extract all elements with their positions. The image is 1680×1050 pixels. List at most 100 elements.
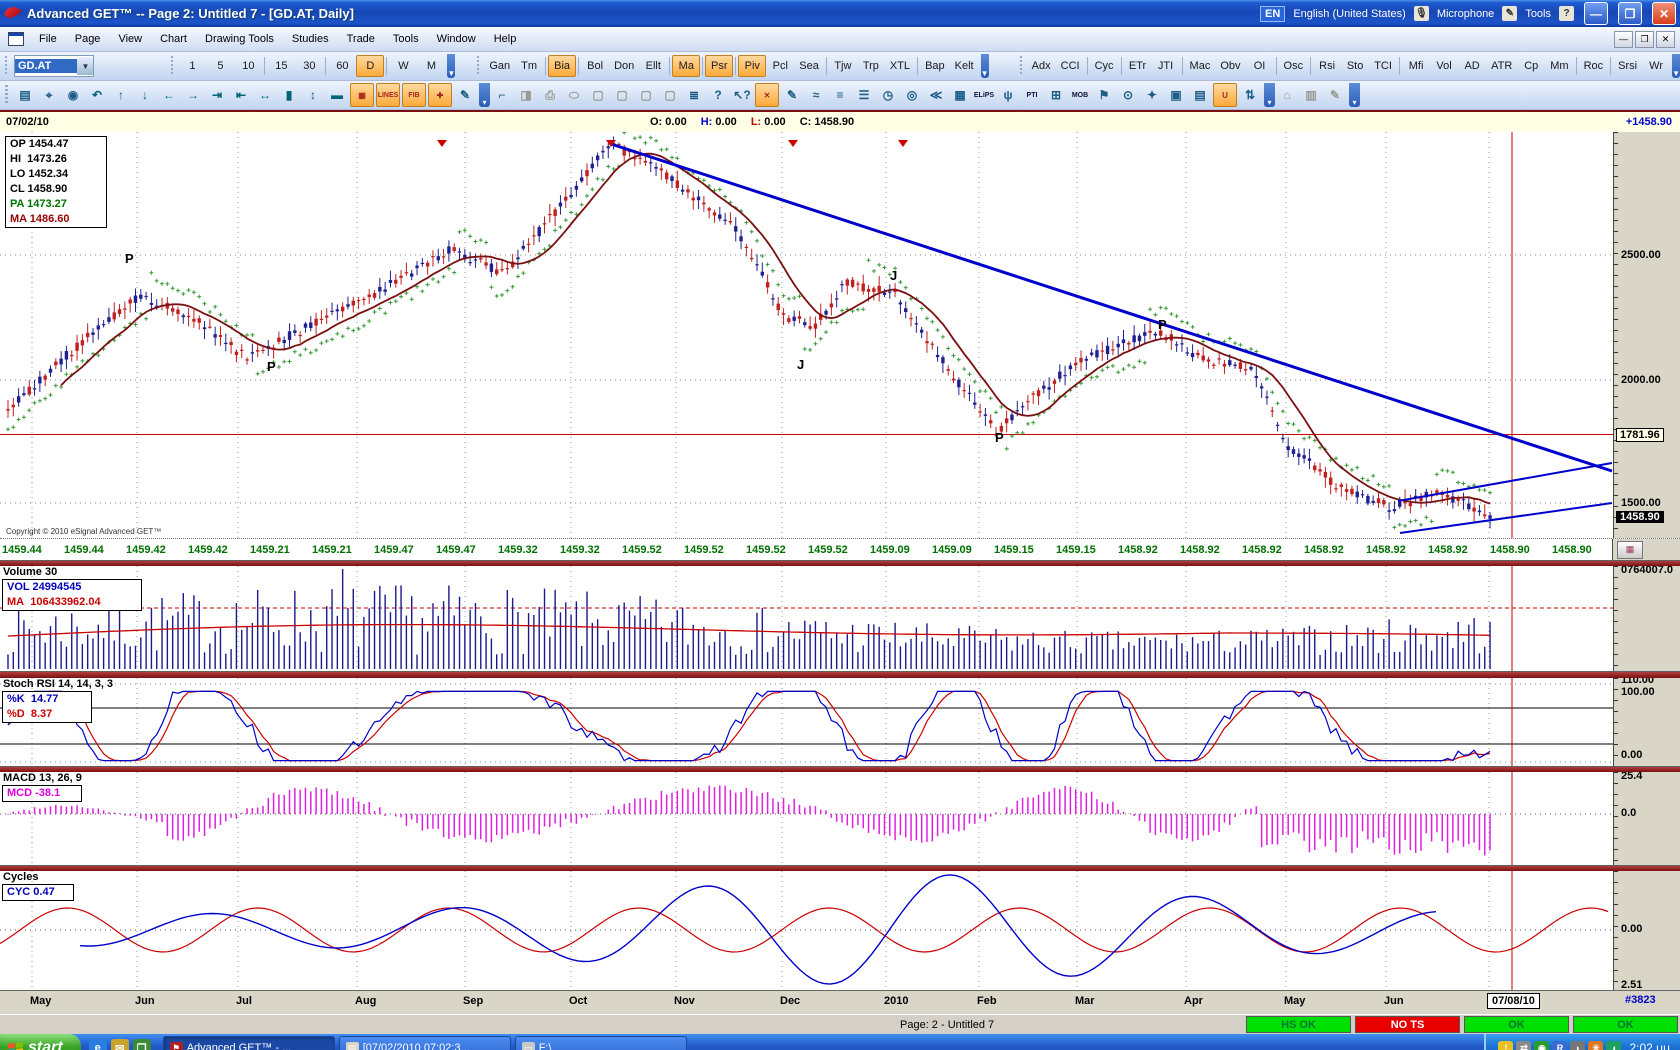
context-help-icon[interactable]: ↖? [731,84,753,106]
pencil-icon[interactable]: ✎ [781,84,803,106]
indicator-cp[interactable]: Cp [1517,55,1545,77]
symbol-search-icon[interactable]: ⌖ [38,84,60,106]
page-3-icon[interactable]: ▢ [635,84,657,106]
crosshair-icon[interactable]: ✚ [428,83,452,107]
study-psr[interactable]: Psr [705,55,733,77]
timeframe-15[interactable]: 15 [267,55,295,77]
display-icon[interactable]: ◖ [1606,1041,1621,1050]
start-button[interactable]: start [0,1034,81,1050]
toolbar-grip[interactable] [477,56,479,76]
chart-settings-button[interactable]: ▦ [1617,541,1643,559]
study-pcl[interactable]: Pcl [766,55,794,77]
timeframe-30[interactable]: 30 [295,55,323,77]
microphone-label[interactable]: Microphone [1437,8,1494,20]
home-icon[interactable]: ⌂ [1276,84,1298,106]
panel-separator[interactable] [0,671,1680,678]
print-spooler-icon[interactable]: R [1552,1041,1567,1050]
dropdown3-icon[interactable]: ▾ [1349,83,1360,107]
menu-tools[interactable]: Tools [384,30,428,48]
langbar-tools-label[interactable]: Tools [1525,8,1551,20]
step-chart-icon[interactable]: ⌐ [491,84,513,106]
language-name[interactable]: English (United States) [1293,8,1406,20]
tag-icon[interactable]: ✦ [1141,84,1163,106]
magnet-icon[interactable]: U [1213,83,1237,107]
indicator-mfi[interactable]: Mfi [1402,55,1430,77]
indicator-roc[interactable]: Roc [1579,55,1609,77]
page-4-icon[interactable]: ▢ [659,84,681,106]
indicator-sto[interactable]: Sto [1341,55,1369,77]
menu-drawing-tools[interactable]: Drawing Tools [196,30,283,48]
task-button[interactable]: ⚑Advanced GET™ - ... [163,1036,335,1050]
flag-icon[interactable]: ⚑ [1093,84,1115,106]
expand-horizontal-icon[interactable]: ↔ [254,84,276,106]
split-arrows-icon[interactable]: ⇅ [1239,84,1261,106]
study-tjw[interactable]: Tjw [829,55,857,77]
help-icon[interactable]: ? [707,84,729,106]
target-icon[interactable]: ◎ [901,84,923,106]
indicator-atr[interactable]: ATR [1486,55,1517,77]
child-close-button[interactable]: ✕ [1656,31,1675,48]
task-button[interactable]: ▤[07/02/2010 07:02:3... [339,1036,511,1050]
volume-panel[interactable]: Volume 30 VOL 24994545 MA 106433962.04 [0,566,1613,671]
books-icon[interactable]: ≣ [683,84,705,106]
mdi-child-icon[interactable] [8,32,24,46]
indicator-ad[interactable]: AD [1458,55,1486,77]
grid-dots-icon[interactable]: ▦ [350,83,374,107]
bars-icon[interactable]: ≡ [829,84,851,106]
mob-icon[interactable]: MOB [1069,84,1091,106]
page-1-icon[interactable]: ▢ [587,84,609,106]
study-trp[interactable]: Trp [857,55,885,77]
open-folder-icon[interactable]: ▤ [14,84,36,106]
minimize-button[interactable]: — [1584,2,1608,25]
usb-device-icon[interactable]: ⇄ [1516,1041,1531,1050]
indicator-cyc[interactable]: Cyc [1090,55,1119,77]
study-bol[interactable]: Bol [581,55,609,77]
microphone-icon[interactable]: 🎙 [1414,6,1429,21]
fractal-icon[interactable]: ψ [997,84,1019,106]
menu-window[interactable]: Window [428,30,485,48]
show-desktop-icon[interactable]: ❐ [133,1039,151,1050]
lines-icon[interactable]: LINES [376,83,400,107]
menu-file[interactable]: File [30,30,66,48]
ellipse-study-icon[interactable]: ELiPS [973,84,995,106]
indicator-osc[interactable]: Osc [1279,55,1309,77]
copy-squares-icon[interactable]: ▣ [1165,84,1187,106]
ellipse-tool-icon[interactable]: ⬭ [563,84,585,106]
pti-icon[interactable]: PTI [1021,84,1043,106]
toolbar-grip[interactable] [171,56,173,76]
fib-icon[interactable]: FIB [402,83,426,107]
gallery-icon[interactable]: ▥ [1300,84,1322,106]
timeframe-m[interactable]: M [417,55,445,77]
indicator-jti[interactable]: JTI [1152,55,1180,77]
printer-icon[interactable]: ⎙ [539,84,561,106]
study-bia[interactable]: Bia [548,55,576,77]
study-tm[interactable]: Tm [515,55,543,77]
arrow-right-icon[interactable]: → [182,84,204,106]
menu-studies[interactable]: Studies [283,30,338,48]
menu-trade[interactable]: Trade [338,30,384,48]
child-minimize-button[interactable]: — [1614,31,1633,48]
indicator-oi[interactable]: OI [1246,55,1274,77]
indicators-dropdown-icon[interactable]: ▼ [1672,54,1680,78]
indicator-obv[interactable]: Obv [1215,55,1245,77]
indicator-etr[interactable]: ETr [1124,55,1152,77]
symbol-combobox[interactable]: GD.AT ▼ [14,55,95,77]
timeframes-dropdown-icon[interactable]: ▼ [447,54,455,78]
page-props-icon[interactable]: ✎ [1324,84,1346,106]
toolbar-grip[interactable] [1020,56,1022,76]
study-sea[interactable]: Sea [794,55,824,77]
page-2-icon[interactable]: ▢ [611,84,633,106]
delete-x-icon[interactable]: ✕ [755,83,779,107]
agent-icon[interactable]: ◉ [1534,1041,1549,1050]
mail-icon[interactable]: ✉ [111,1039,129,1050]
menu-page[interactable]: Page [66,30,110,48]
zoom-icon[interactable]: ⊙ [1117,84,1139,106]
indicator-cci[interactable]: CCI [1056,55,1085,77]
menu-chart[interactable]: Chart [151,30,196,48]
indicator-adx[interactable]: Adx [1027,55,1056,77]
study-xtl[interactable]: XTL [885,55,915,77]
timeframe-5[interactable]: 5 [206,55,234,77]
waves-icon[interactable]: ≈ [805,84,827,106]
dropdown2-icon[interactable]: ▾ [1264,83,1275,107]
compress-horizontal-icon[interactable]: ▮ [278,84,300,106]
